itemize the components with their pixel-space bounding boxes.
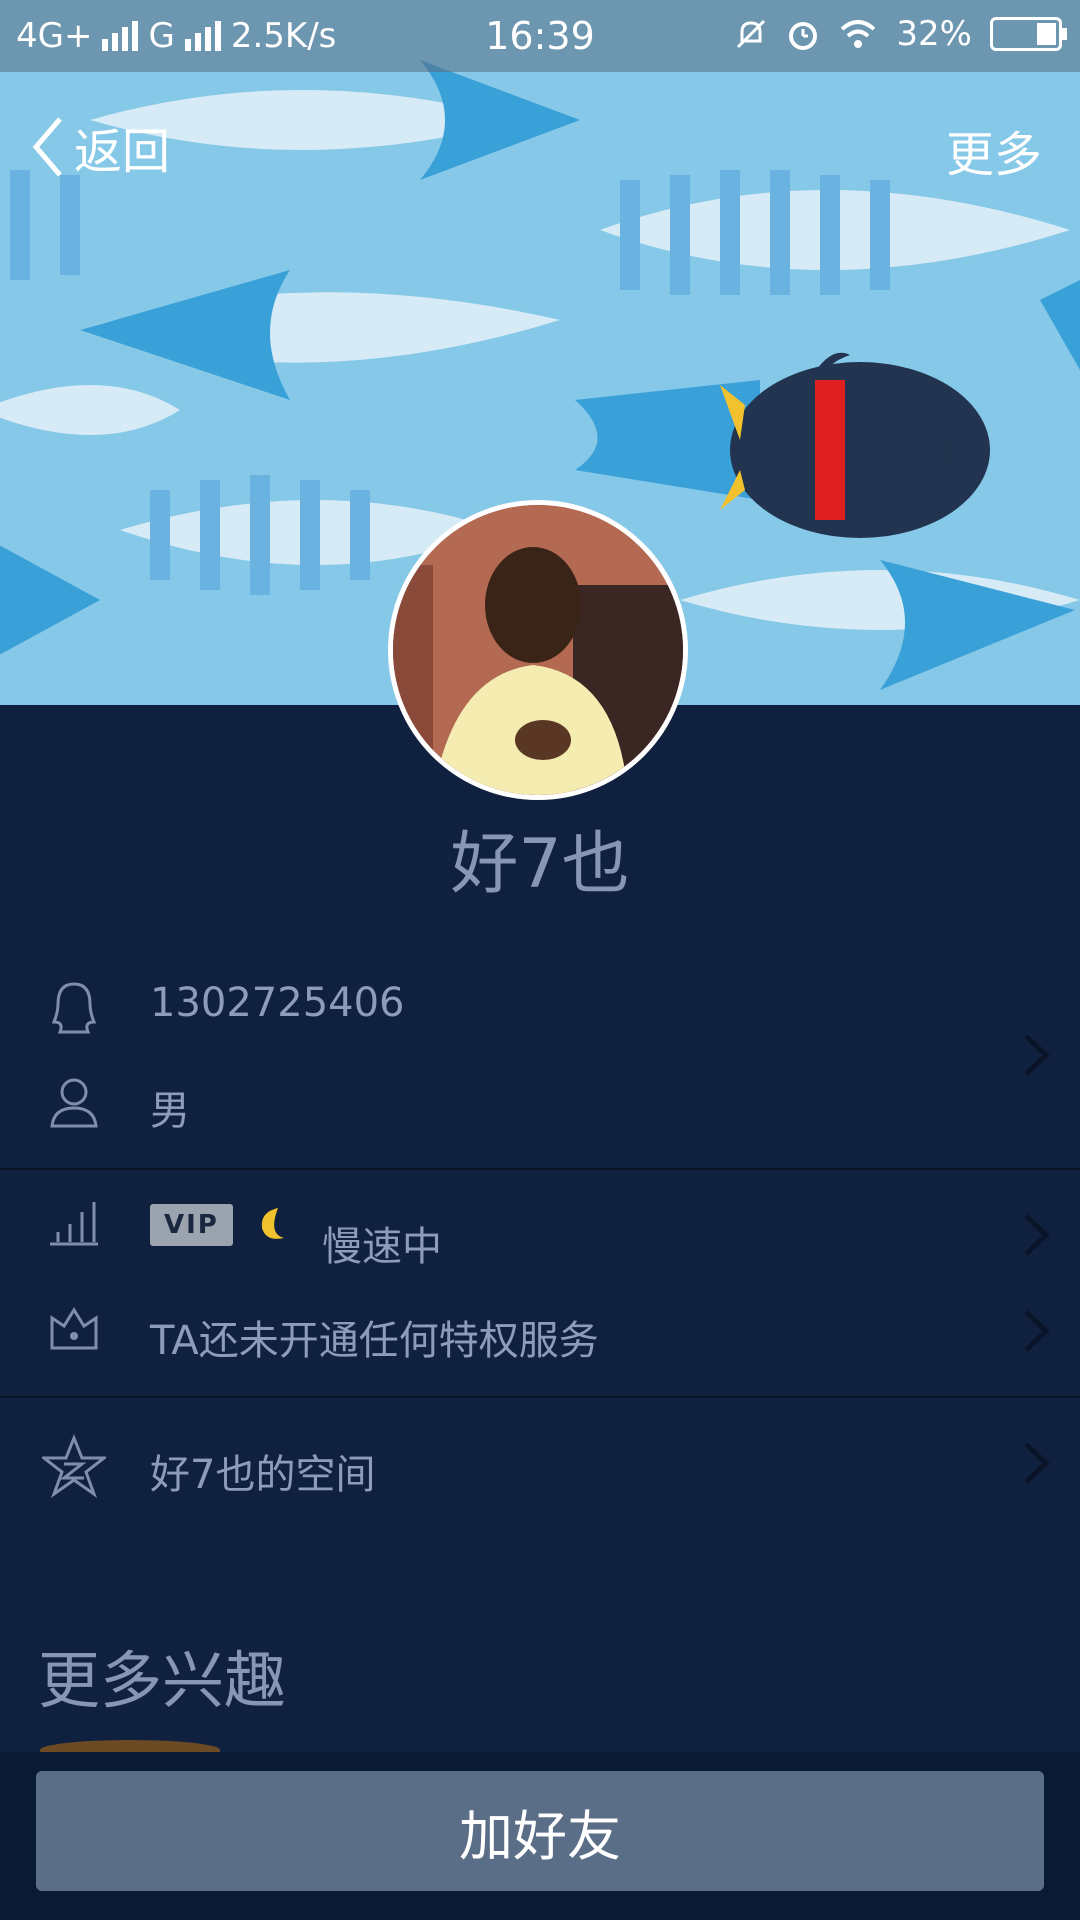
back-label: 返回: [74, 124, 171, 180]
mute-bell-icon: [737, 19, 766, 49]
avatar[interactable]: [388, 500, 688, 800]
avatar-photo: [393, 505, 683, 795]
battery-icon: [990, 17, 1067, 51]
more-button[interactable]: 更多: [946, 115, 1042, 185]
qq-number: 1302725406: [150, 980, 405, 1026]
back-button[interactable]: 返回: [30, 112, 170, 182]
gender: 男: [150, 1088, 190, 1134]
chevron-right-icon: [1024, 1214, 1050, 1256]
level-row[interactable]: VIP 慢速中: [0, 1170, 1080, 1280]
privilege-text: TA还未开通任何特权服务: [150, 1318, 599, 1364]
nickname: 好7也: [450, 825, 630, 904]
status-bar: 4G+ G 2.5K/s 16:39 32%: [0, 0, 1080, 72]
qzone-label: 好7也的空间: [150, 1452, 376, 1498]
divider: [0, 1396, 1080, 1398]
basic-info-group[interactable]: 1302725406 男: [0, 950, 1080, 1168]
vip-badge: VIP: [150, 1204, 233, 1246]
add-friend-button[interactable]: 加好友: [36, 1771, 1044, 1891]
qzone-row[interactable]: 好7也的空间: [0, 1400, 1080, 1530]
battery-percent: 32%: [896, 14, 972, 54]
level-status: 慢速中: [322, 1224, 442, 1270]
more-interests-title: 更多兴趣: [38, 1644, 287, 1717]
person-icon: [50, 1078, 98, 1128]
wifi-icon: [841, 20, 876, 48]
level-chart-icon: [50, 1202, 98, 1246]
chevron-right-icon: [1024, 1310, 1050, 1352]
chevron-right-icon: [1024, 1442, 1050, 1484]
privilege-row[interactable]: TA还未开通任何特权服务: [0, 1280, 1080, 1390]
crown-icon: [50, 1307, 98, 1350]
chevron-left-icon: [32, 117, 62, 177]
penguin-icon: [51, 982, 97, 1034]
status-right: 32%: [734, 14, 1067, 54]
alarm-icon: [789, 22, 818, 50]
chevron-right-icon: [1024, 1034, 1050, 1076]
moon-icon: [261, 1208, 284, 1239]
qzone-star-icon: [42, 1434, 106, 1498]
